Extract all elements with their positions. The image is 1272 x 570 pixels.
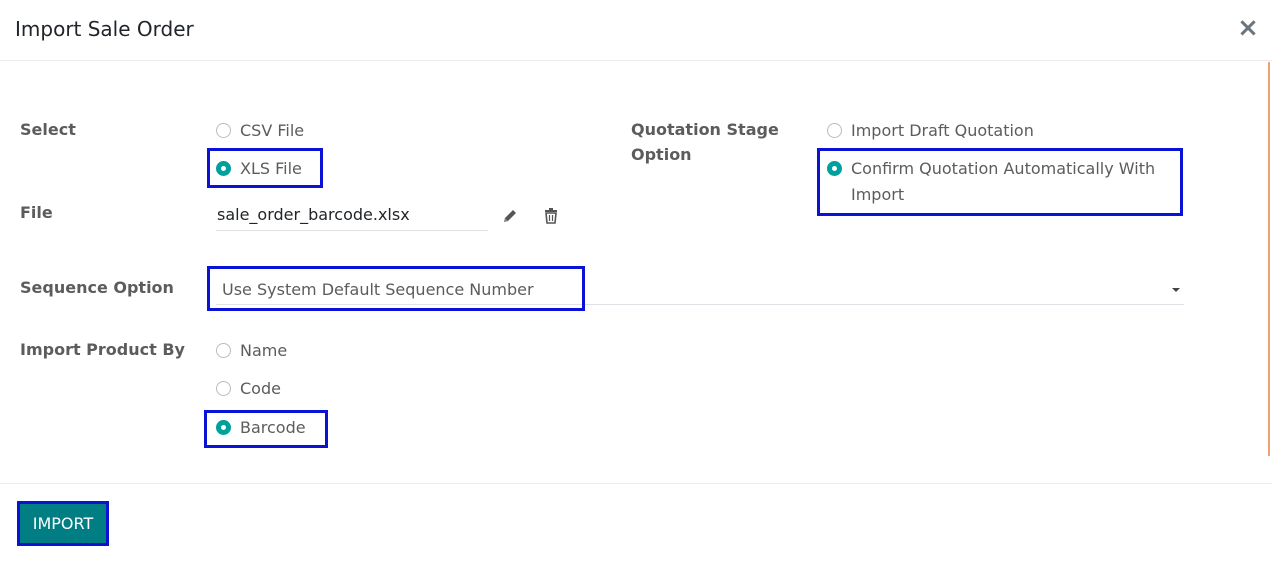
radio-barcode[interactable]: Barcode: [216, 415, 306, 439]
radio-csv-file[interactable]: CSV File: [216, 118, 304, 142]
sequence-option-select[interactable]: Use System Default Sequence Number: [216, 276, 1184, 305]
import-product-by-label: Import Product By: [20, 340, 185, 359]
quotation-stage-label-line2: Option: [631, 145, 692, 164]
scrollbar[interactable]: [1268, 62, 1270, 456]
radio-label: Name: [240, 340, 288, 360]
radio-unchecked-icon: [216, 342, 231, 358]
radio-confirm-quotation[interactable]: Confirm Quotation Automatically With: [827, 156, 1155, 180]
radio-label: Import: [851, 184, 905, 204]
radio-checked-icon: [216, 160, 231, 176]
trash-icon[interactable]: [542, 206, 560, 226]
radio-name[interactable]: Name: [216, 338, 287, 362]
radio-unchecked-icon: [216, 380, 231, 396]
select-value: Use System Default Sequence Number: [222, 280, 534, 299]
radio-confirm-quotation-line2[interactable]: Import: [851, 182, 904, 206]
radio-label: XLS File: [240, 158, 302, 178]
radio-label: CSV File: [240, 120, 305, 140]
radio-label: Barcode: [240, 417, 306, 437]
radio-import-draft-quotation[interactable]: Import Draft Quotation: [827, 118, 1034, 142]
radio-xls-file[interactable]: XLS File: [216, 156, 302, 180]
radio-checked-icon: [827, 160, 842, 176]
sequence-option-label: Sequence Option: [20, 278, 174, 297]
dialog-footer: [0, 483, 1272, 570]
file-name-field[interactable]: sale_order_barcode.xlsx: [216, 202, 488, 231]
import-button[interactable]: IMPORT: [20, 504, 106, 543]
radio-checked-icon: [216, 419, 231, 435]
file-label: File: [20, 203, 53, 222]
close-icon[interactable]: ×: [1236, 14, 1260, 42]
radio-code[interactable]: Code: [216, 376, 281, 400]
dialog-title: Import Sale Order: [15, 17, 194, 41]
radio-label: Import Draft Quotation: [851, 120, 1034, 140]
select-label: Select: [20, 120, 76, 139]
caret-down-icon: [1172, 288, 1180, 292]
edit-icon[interactable]: [500, 206, 520, 226]
quotation-stage-label-line1: Quotation Stage: [631, 120, 779, 139]
radio-unchecked-icon: [216, 122, 231, 138]
dialog-header: Import Sale Order ×: [0, 0, 1272, 61]
radio-label: Confirm Quotation Automatically With: [851, 158, 1156, 178]
radio-label: Code: [240, 378, 281, 398]
radio-unchecked-icon: [827, 122, 842, 138]
